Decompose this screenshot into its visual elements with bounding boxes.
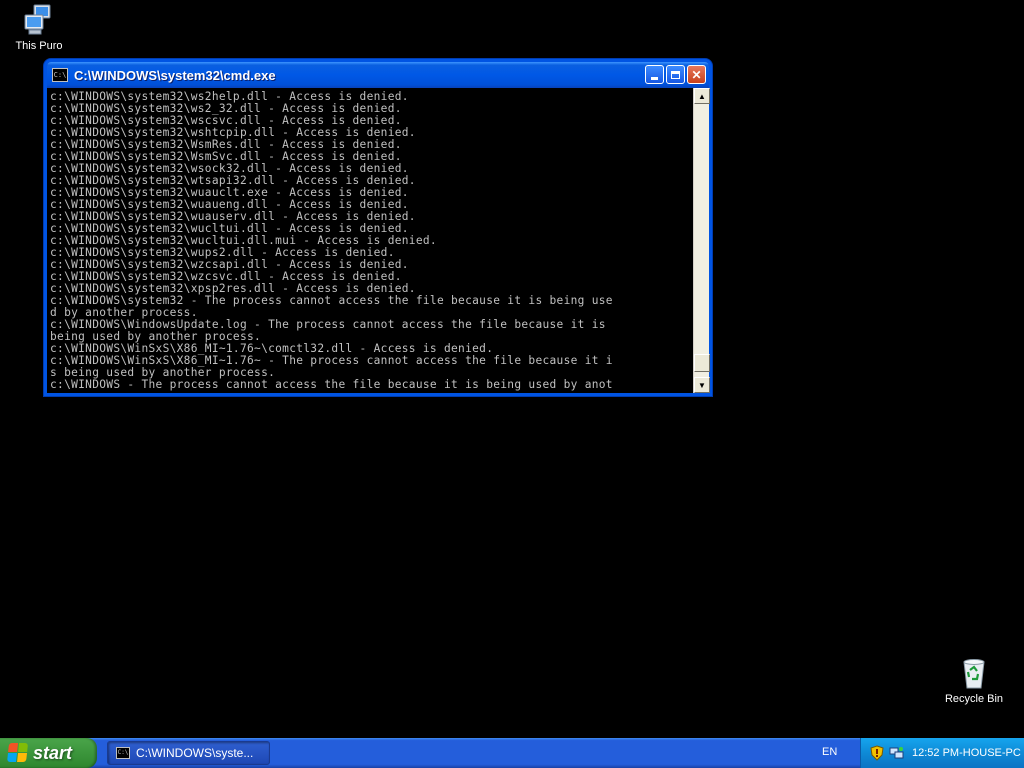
cmd-icon: C:\ xyxy=(52,68,68,82)
network-icon[interactable] xyxy=(889,745,905,761)
security-shield-icon[interactable] xyxy=(869,745,885,761)
arrow-up-icon: ▲ xyxy=(698,91,706,101)
cmd-icon: C:\ xyxy=(116,747,130,759)
window-title: C:\WINDOWS\system32\cmd.exe xyxy=(74,67,276,83)
taskbar: start C:\ C:\WINDOWS\syste... EN 12:52 P… xyxy=(0,738,1024,768)
computer-icon xyxy=(21,3,57,37)
desktop-icon-this-pc[interactable]: This Puro xyxy=(1,3,77,52)
desktop-icon-label: Recycle Bin xyxy=(944,693,1004,705)
arrow-down-icon: ▼ xyxy=(698,380,706,390)
desktop-icon-label: This Puro xyxy=(15,40,63,52)
maximize-icon xyxy=(671,70,680,79)
console-output[interactable]: c:\WINDOWS\system32\ws2help.dll - Access… xyxy=(47,88,693,393)
taskbar-button-label: C:\WINDOWS\syste... xyxy=(136,746,254,760)
minimize-button[interactable] xyxy=(645,65,664,84)
maximize-button[interactable] xyxy=(666,65,685,84)
recycle-bin-icon xyxy=(956,656,992,690)
taskbar-button-cmd[interactable]: C:\ C:\WINDOWS\syste... xyxy=(107,741,270,765)
windows-logo-icon xyxy=(7,743,29,763)
minimize-icon xyxy=(651,77,658,80)
scrollbar-thumb[interactable] xyxy=(694,353,710,372)
console-line: c:\WINDOWS - The process cannot access t… xyxy=(50,378,613,391)
close-icon: ✕ xyxy=(691,67,702,82)
window-titlebar[interactable]: C:\ C:\WINDOWS\system32\cmd.exe ✕ xyxy=(47,62,709,88)
window-controls: ✕ xyxy=(645,65,706,84)
scroll-down-button[interactable]: ▼ xyxy=(694,377,710,393)
desktop-icon-recycle-bin[interactable]: Recycle Bin xyxy=(936,656,1012,705)
vertical-scrollbar[interactable]: ▲ ▼ xyxy=(693,88,710,393)
close-button[interactable]: ✕ xyxy=(687,65,706,84)
clock[interactable]: 12:52 PM-HOUSE-PC xyxy=(912,747,1021,759)
cmd-window[interactable]: C:\ C:\WINDOWS\system32\cmd.exe ✕ c:\WIN… xyxy=(44,59,712,396)
system-tray: 12:52 PM-HOUSE-PC xyxy=(860,738,1024,768)
start-button[interactable]: start xyxy=(0,738,97,768)
language-indicator[interactable]: EN xyxy=(822,746,837,758)
scroll-up-button[interactable]: ▲ xyxy=(694,88,710,104)
start-label: start xyxy=(33,742,73,763)
